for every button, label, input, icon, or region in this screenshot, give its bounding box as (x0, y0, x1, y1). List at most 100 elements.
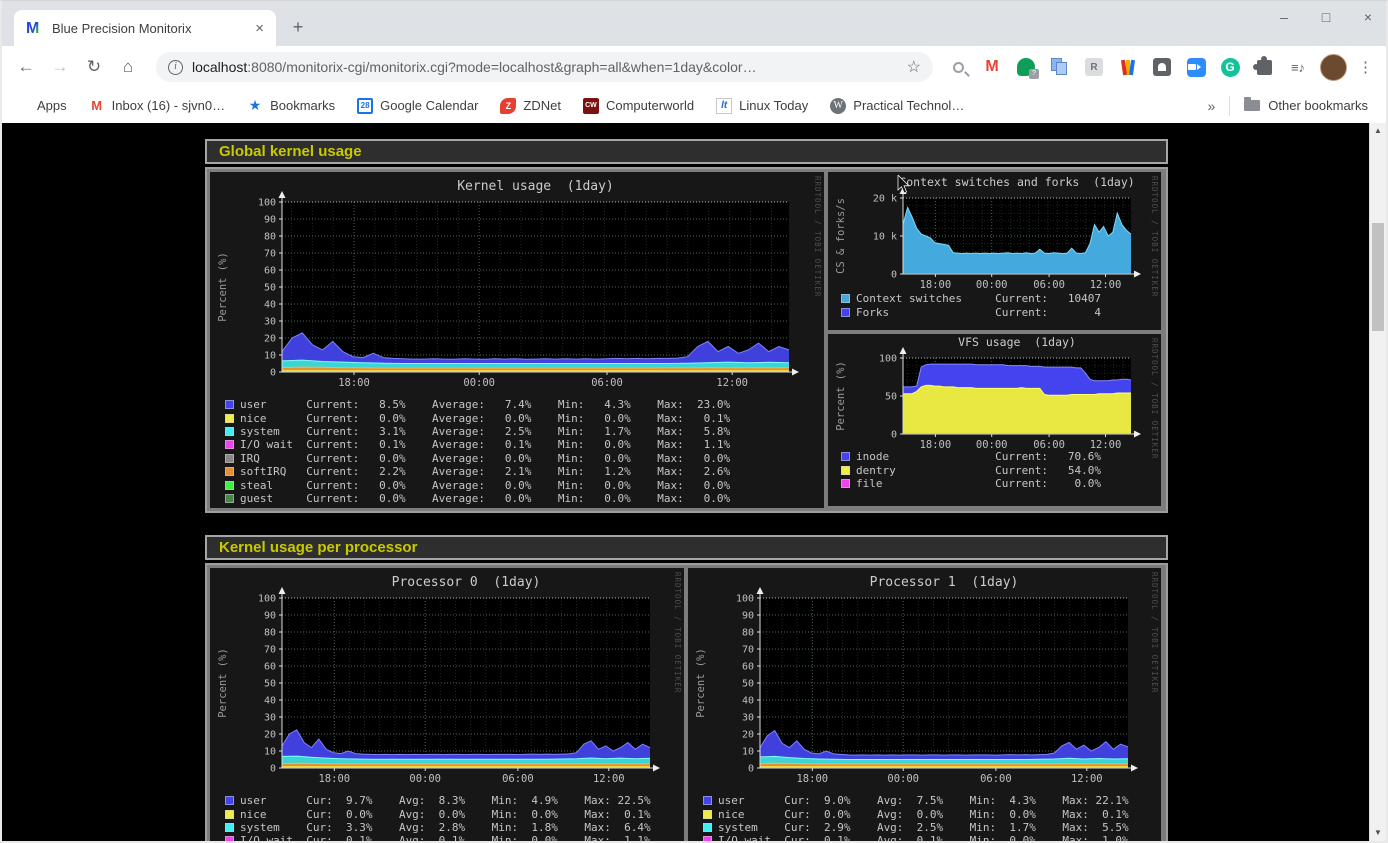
browser-window: M Blue Precision Monitorix × + – □ × ← →… (0, 0, 1388, 843)
processor-0-legend: user Cur: 9.7% Avg: 8.3% Min: 4.9% Max: … (210, 792, 684, 841)
apps-grid-icon (14, 98, 30, 114)
legend-row: I/O wait Cur: 0.1% Avg: 0.1% Min: 0.0% M… (225, 834, 684, 841)
gmail-icon: M (89, 98, 105, 114)
svg-text:20: 20 (742, 730, 754, 741)
other-bookmarks[interactable]: Other bookmarks (1244, 98, 1368, 113)
svg-text:10: 10 (264, 747, 276, 758)
svg-text:50: 50 (885, 392, 897, 403)
section-global-kernel-usage: 010203040506070809010018:0000:0006:0012:… (205, 167, 1168, 513)
processor-0-chart: 010203040506070809010018:0000:0006:0012:… (210, 568, 684, 792)
scrollbar-thumb[interactable] (1372, 223, 1384, 331)
legend-color-swatch (841, 479, 850, 488)
svg-text:60: 60 (742, 662, 754, 673)
page-info-icon[interactable]: i (168, 60, 183, 75)
bookmark-linux-today[interactable]: ltLinux Today (716, 98, 808, 114)
voice-extension-icon[interactable]: ? (1014, 55, 1038, 79)
svg-text:00:00: 00:00 (409, 773, 441, 785)
window-maximize-button[interactable]: □ (1318, 9, 1334, 25)
bookmark-practical-technology[interactable]: WPractical Technol… (830, 98, 964, 114)
legend-row: steal Current: 0.0% Average: 0.0% Min: 0… (225, 478, 824, 491)
profile-avatar[interactable] (1320, 54, 1347, 81)
svg-text:40: 40 (264, 696, 276, 707)
grammarly-extension-icon[interactable]: G (1218, 55, 1242, 79)
legend-color-swatch (225, 427, 234, 436)
kernel-usage-legend: user Current: 8.5% Average: 7.4% Min: 4.… (210, 396, 824, 505)
svg-text:100: 100 (258, 198, 276, 209)
zoom-extension-icon[interactable] (1184, 55, 1208, 79)
legend-color-swatch (225, 823, 234, 832)
context-switches-legend: Context switches Current: 10407Forks Cur… (828, 290, 1161, 319)
svg-text:Processor 0 (1day): Processor 0 (1day) (392, 575, 541, 590)
legend-text: I/O wait Cur: 0.1% Avg: 0.1% Min: 0.0% M… (718, 834, 1129, 841)
reload-button[interactable]: ↻ (80, 53, 108, 81)
svg-text:20: 20 (264, 334, 276, 345)
linux-today-icon: lt (716, 98, 732, 114)
bookmark-star-icon[interactable]: ☆ (907, 57, 921, 77)
svg-text:20: 20 (264, 730, 276, 741)
bookmark-bookmarks[interactable]: ★Bookmarks (247, 98, 335, 114)
playlist-extension-icon[interactable]: ≡♪ (1286, 55, 1310, 79)
svg-text:50: 50 (264, 679, 276, 690)
legend-color-swatch (225, 454, 234, 463)
legend-color-swatch (225, 400, 234, 409)
bookmark-computerworld[interactable]: CWComputerworld (583, 98, 694, 114)
legend-color-swatch (703, 823, 712, 832)
tab-title: Blue Precision Monitorix (52, 21, 251, 36)
forward-button[interactable]: → (46, 53, 74, 81)
svg-text:00:00: 00:00 (976, 279, 1008, 290)
bookmarks-overflow-chevron[interactable]: » (1208, 98, 1216, 114)
bookmark-google-calendar[interactable]: 28Google Calendar (357, 98, 478, 114)
svg-text:18:00: 18:00 (920, 439, 952, 448)
svg-text:0: 0 (891, 270, 897, 281)
svg-text:40: 40 (742, 696, 754, 707)
copy-pages-extension-icon[interactable] (1048, 55, 1072, 79)
legend-text: system Current: 3.1% Average: 2.5% Min: … (240, 425, 730, 438)
svg-text:Processor 1 (1day): Processor 1 (1day) (870, 575, 1019, 590)
books-extension-icon[interactable] (1116, 55, 1140, 79)
legend-color-swatch (841, 294, 850, 303)
legend-text: softIRQ Current: 2.2% Average: 2.1% Min:… (240, 465, 730, 478)
bookmark-zdnet[interactable]: ZZDNet (500, 98, 561, 114)
scrollbar-up-arrow[interactable]: ▲ (1370, 123, 1386, 139)
svg-text:30: 30 (264, 317, 276, 328)
svg-text:90: 90 (742, 611, 754, 622)
tab-blue-precision-monitorix[interactable]: M Blue Precision Monitorix × (14, 10, 276, 46)
svg-text:80: 80 (264, 628, 276, 639)
browser-menu-icon[interactable]: ⋮ (1358, 58, 1372, 76)
legend-color-swatch (703, 796, 712, 805)
bookmark-inbox[interactable]: MInbox (16) - sjvn0… (89, 98, 225, 114)
extensions-puzzle-icon[interactable] (1252, 55, 1276, 79)
svg-text:12:00: 12:00 (716, 377, 748, 389)
bookmark-apps[interactable]: Apps (14, 98, 67, 114)
legend-text: nice Current: 0.0% Average: 0.0% Min: 0.… (240, 412, 730, 425)
scrollbar-down-arrow[interactable]: ▼ (1370, 825, 1386, 841)
legend-row: system Cur: 3.3% Avg: 2.8% Min: 1.8% Max… (225, 821, 684, 834)
tab-close-icon[interactable]: × (251, 20, 268, 37)
legend-color-swatch (841, 452, 850, 461)
legend-text: I/O wait Current: 0.1% Average: 0.1% Min… (240, 438, 730, 451)
remote-desktop-extension-icon[interactable] (1150, 55, 1174, 79)
svg-text:06:00: 06:00 (502, 773, 534, 785)
legend-color-swatch (841, 308, 850, 317)
legend-row: IRQ Current: 0.0% Average: 0.0% Min: 0.0… (225, 452, 824, 465)
window-close-button[interactable]: × (1360, 9, 1376, 25)
url-text[interactable]: localhost:8080/monitorix-cgi/monitorix.c… (192, 59, 899, 75)
legend-row: system Cur: 2.9% Avg: 2.5% Min: 1.7% Max… (703, 821, 1161, 834)
new-tab-button[interactable]: + (284, 14, 312, 42)
vfs-usage-chart: 05010018:0000:0006:0012:00VFS usage (1da… (828, 334, 1161, 448)
address-bar[interactable]: i localhost:8080/monitorix-cgi/monitorix… (156, 52, 933, 82)
vertical-scrollbar[interactable]: ▲ ▼ (1369, 123, 1386, 841)
home-button[interactable]: ⌂ (114, 53, 142, 81)
search-extension-icon[interactable] (946, 55, 970, 79)
legend-row: I/O wait Cur: 0.1% Avg: 0.1% Min: 0.0% M… (703, 834, 1161, 841)
legend-text: I/O wait Cur: 0.1% Avg: 0.1% Min: 0.0% M… (240, 834, 651, 841)
back-button[interactable]: ← (12, 53, 40, 81)
legend-row: user Cur: 9.7% Avg: 8.3% Min: 4.9% Max: … (225, 794, 684, 807)
legend-text: nice Cur: 0.0% Avg: 0.0% Min: 0.0% Max: … (240, 808, 651, 821)
window-minimize-button[interactable]: – (1276, 9, 1292, 25)
gray-extension-icon[interactable]: R (1082, 55, 1106, 79)
legend-color-swatch (703, 836, 712, 841)
gmail-extension-icon[interactable]: M (980, 55, 1004, 79)
svg-text:18:00: 18:00 (796, 773, 828, 785)
vfs-usage-panel: 05010018:0000:0006:0012:00VFS usage (1da… (828, 334, 1161, 506)
